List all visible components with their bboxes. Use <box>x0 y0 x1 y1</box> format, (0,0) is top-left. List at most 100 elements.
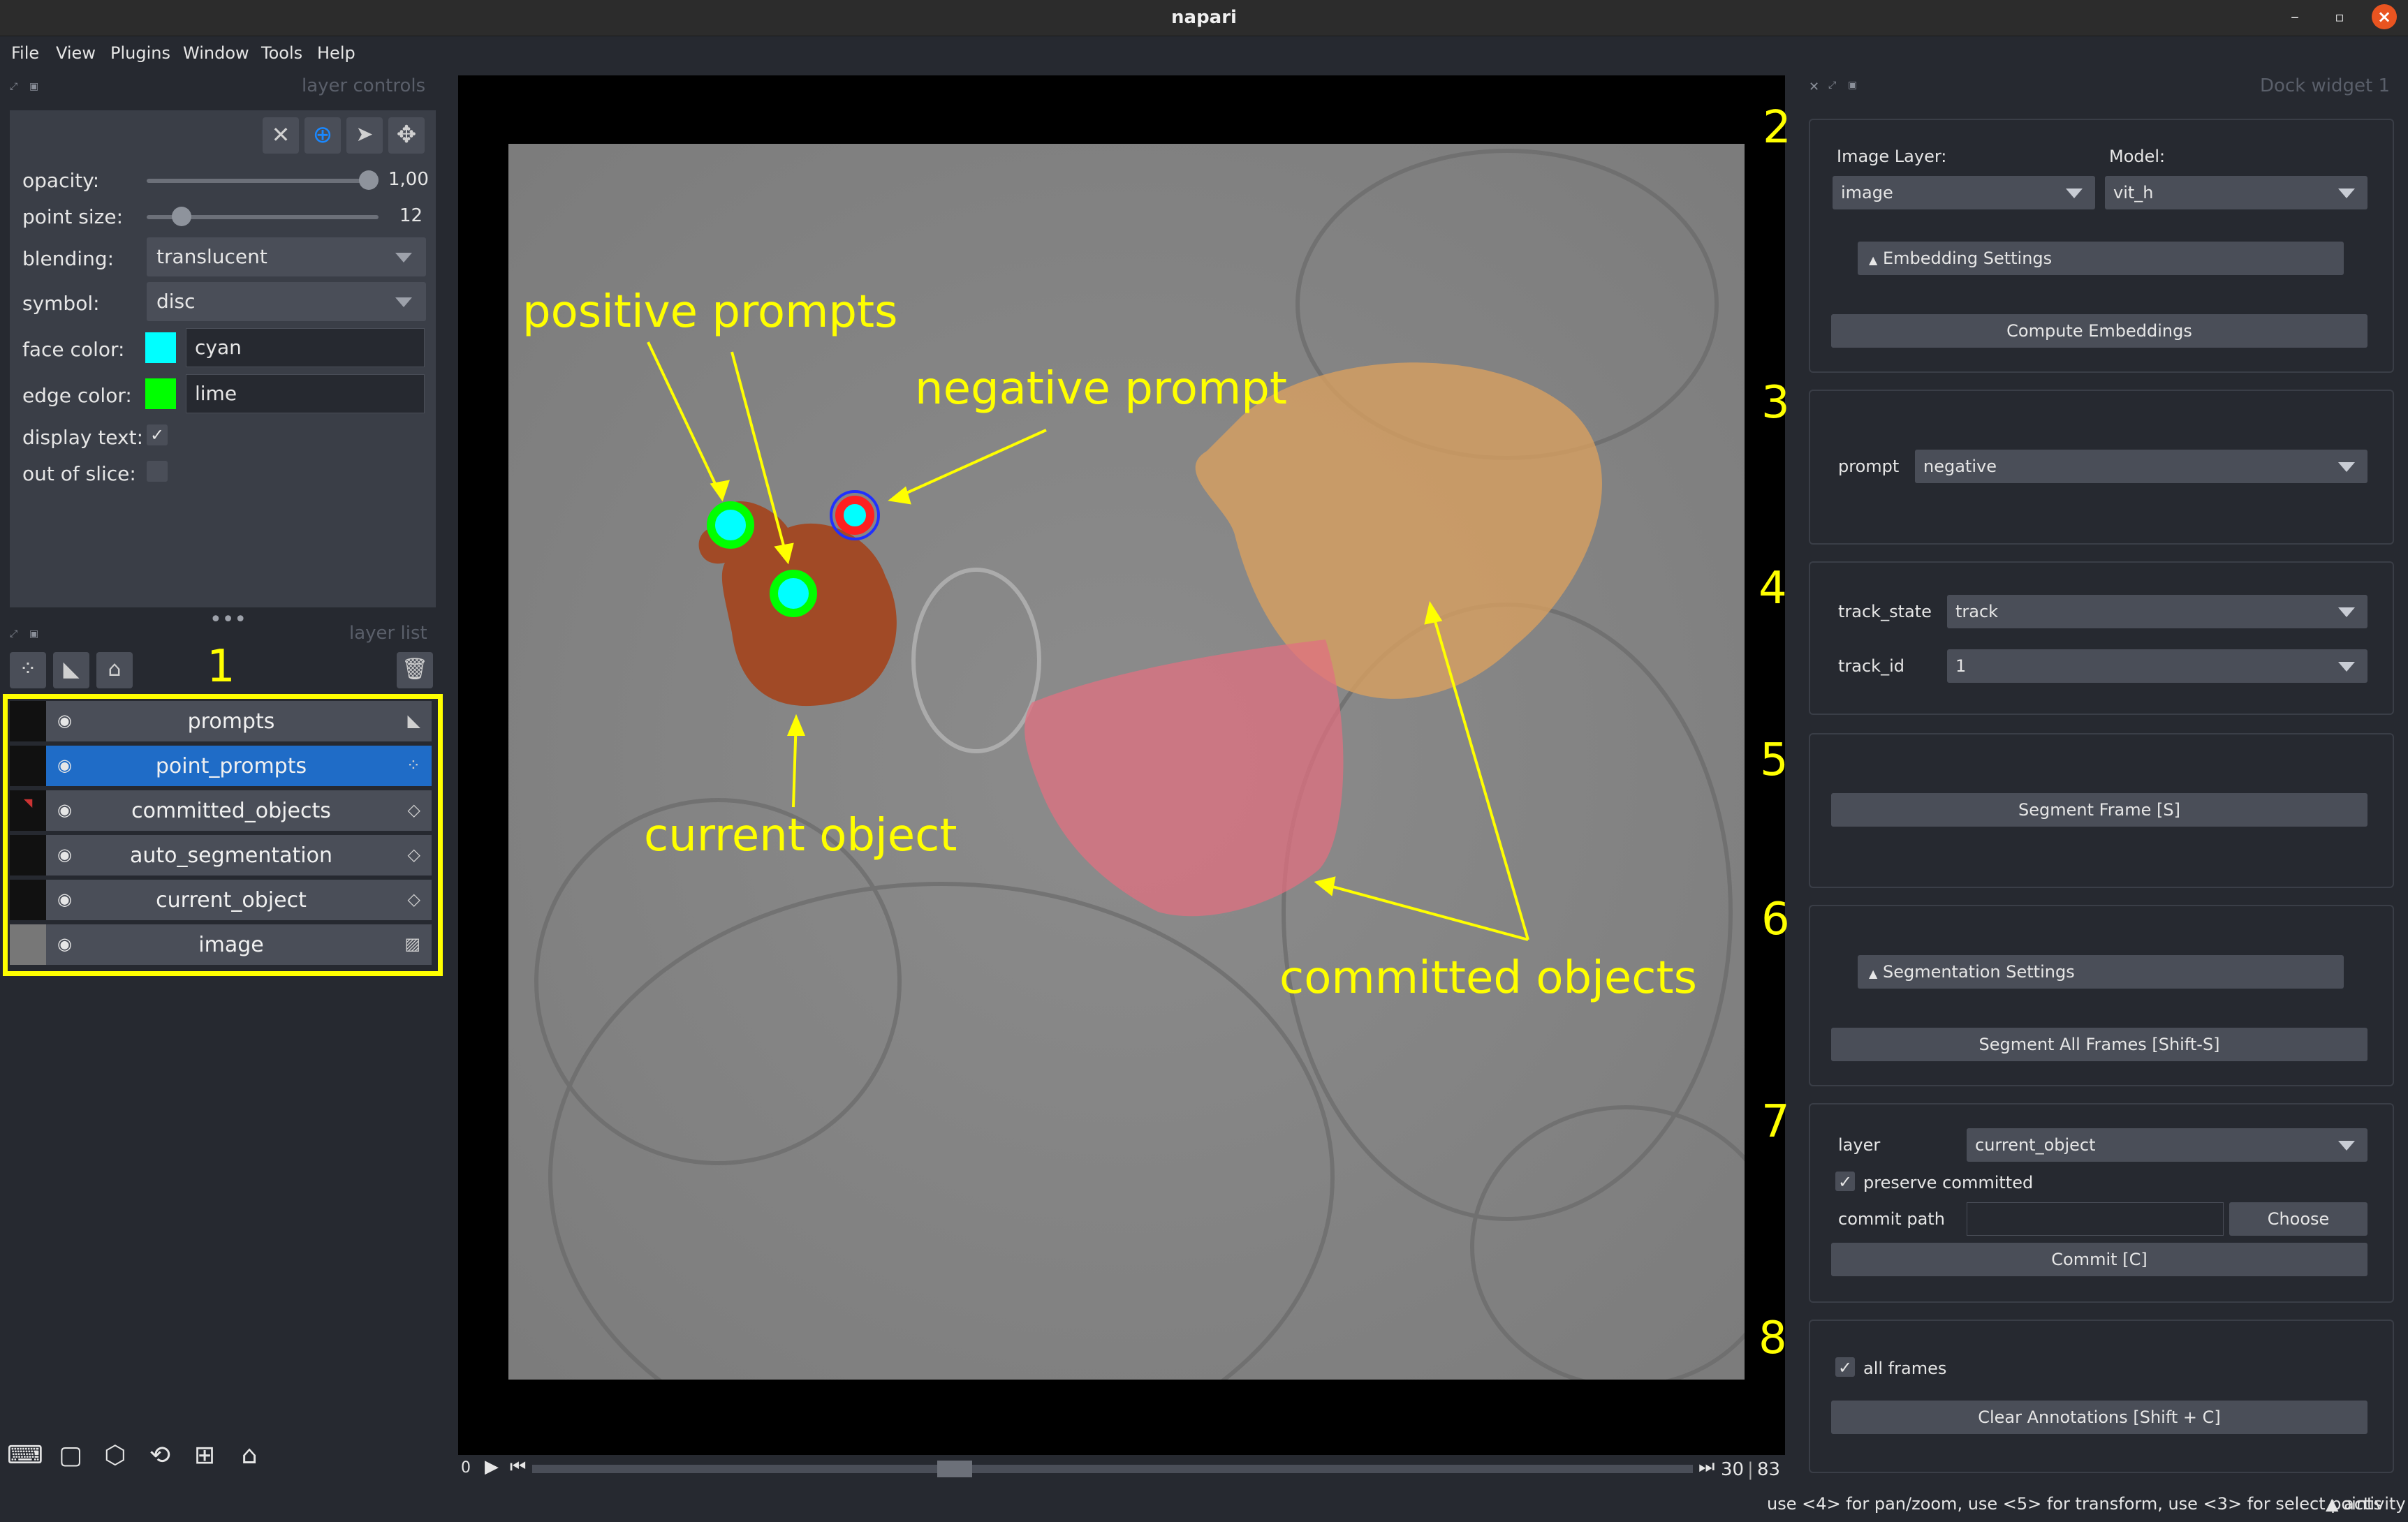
segmentation-settings-toggle[interactable]: ▲ Segmentation Settings <box>1858 955 2344 989</box>
out-of-slice-checkbox[interactable] <box>147 461 168 482</box>
label-committed-objects: committed objects <box>1279 952 1697 1004</box>
annotation-number-7: 7 <box>1761 1096 1790 1148</box>
image-layer-label: Image Layer: <box>1837 147 1947 166</box>
positive-prompt-point <box>707 501 754 549</box>
annotation-highlight-box <box>3 694 443 976</box>
compute-embeddings-button[interactable]: Compute Embeddings <box>1831 314 2367 348</box>
choose-directory-button[interactable]: Choose directory <box>2229 1202 2367 1262</box>
symbol-dropdown[interactable]: disc <box>147 282 426 321</box>
float-icon[interactable]: ⤢ <box>10 628 17 640</box>
minimize-button[interactable]: – <box>2282 4 2307 29</box>
chevron-down-icon <box>395 297 412 307</box>
segment-frame-button[interactable]: Segment Frame [S] <box>1831 793 2367 827</box>
float-icon[interactable]: ⤢ <box>10 81 17 92</box>
activity-label: activity <box>2344 1494 2406 1514</box>
maximize-button[interactable]: ▫ <box>2327 4 2352 29</box>
blending-dropdown[interactable]: translucent <box>147 237 426 276</box>
chevron-down-icon <box>2066 189 2083 198</box>
new-labels-layer-icon[interactable]: ⌂ <box>96 652 133 688</box>
undock-icon[interactable]: ▣ <box>1848 80 1857 91</box>
image-layer-dropdown[interactable]: image <box>1833 176 2095 209</box>
track-state-dropdown[interactable]: track <box>1947 595 2367 628</box>
skip-end-icon[interactable]: ⏭ <box>1698 1456 1715 1478</box>
undock-icon[interactable]: ▣ <box>29 628 38 640</box>
dims-start-value: 0 <box>461 1459 471 1477</box>
activity-button[interactable]: ▲ activity <box>2326 1494 2406 1514</box>
menu-window[interactable]: Window <box>183 43 249 63</box>
prompt-dropdown[interactable]: negative <box>1915 450 2367 483</box>
menu-tools[interactable]: Tools <box>261 43 302 63</box>
chevron-down-icon <box>2338 1141 2355 1151</box>
home-icon[interactable]: ⌂ <box>232 1438 267 1473</box>
commit-layer-dropdown[interactable]: current_object <box>1967 1128 2367 1162</box>
pan-zoom-icon[interactable]: ✥ <box>388 117 425 154</box>
triangle-up-icon: ▲ <box>1869 967 1878 980</box>
face-color-label: face color: <box>22 338 125 361</box>
new-shapes-layer-icon[interactable]: ◣ <box>53 652 89 688</box>
float-icon[interactable]: ⤢ <box>1828 80 1836 91</box>
annotation-number-8: 8 <box>1759 1313 1787 1364</box>
model-value: vit_h <box>2113 183 2154 202</box>
menu-view[interactable]: View <box>56 43 96 63</box>
add-points-icon[interactable]: ⊕ <box>304 117 341 154</box>
preserve-committed-checkbox[interactable]: ✓ <box>1835 1172 1855 1192</box>
track-id-dropdown[interactable]: 1 <box>1947 649 2367 683</box>
console-icon[interactable]: ⌨ <box>7 1438 43 1473</box>
delete-points-icon[interactable]: ✕ <box>263 117 299 154</box>
delete-layer-icon[interactable]: 🗑 <box>397 652 433 688</box>
menu-bar: File View Plugins Window Tools Help <box>0 36 2408 73</box>
edge-color-field[interactable]: lime <box>186 374 425 413</box>
dims-slider-track[interactable] <box>532 1465 1693 1473</box>
out-of-slice-label: out of slice: <box>22 462 136 485</box>
face-color-field[interactable]: cyan <box>186 328 425 367</box>
point-size-value: 12 <box>399 205 423 226</box>
all-frames-checkbox[interactable]: ✓ <box>1835 1357 1855 1377</box>
display-text-checkbox[interactable]: ✓ <box>147 424 168 445</box>
segment-all-frames-button[interactable]: Segment All Frames [Shift-S] <box>1831 1028 2367 1061</box>
all-frames-label: all frames <box>1863 1359 1947 1378</box>
ndisplay-square-icon[interactable]: ▢ <box>53 1438 88 1473</box>
clear-annotations-button[interactable]: Clear Annotations [Shift + C] <box>1831 1401 2367 1434</box>
grid-icon[interactable]: ⊞ <box>187 1438 222 1473</box>
chevron-down-icon <box>2338 462 2355 472</box>
splitter-handle[interactable]: ••• <box>210 607 247 632</box>
close-icon[interactable]: ✕ <box>1809 80 1819 94</box>
opacity-value: 1,00 <box>388 169 429 190</box>
play-icon[interactable]: ▶ <box>485 1456 499 1477</box>
skip-start-icon[interactable]: ⏮ <box>510 1456 526 1478</box>
dock-title: Dock widget 1 <box>2260 75 2391 96</box>
layer-controls-header: layer controls <box>302 75 426 96</box>
roll-dims-icon[interactable]: ⬡ <box>98 1438 133 1473</box>
annotation-number-6: 6 <box>1761 894 1790 945</box>
triangle-up-icon: ▲ <box>2326 1494 2339 1514</box>
edge-color-swatch[interactable] <box>145 378 176 409</box>
opacity-slider-handle[interactable] <box>359 170 379 190</box>
commit-path-field[interactable] <box>1967 1202 2224 1236</box>
track-id-value: 1 <box>1955 656 1967 676</box>
layer-list-header: layer list <box>349 623 427 644</box>
new-points-layer-icon[interactable]: ⁘ <box>10 652 46 688</box>
embedding-settings-label: Embedding Settings <box>1882 249 2053 268</box>
title-bar: napari – ▫ × <box>0 0 2408 36</box>
embedding-settings-toggle[interactable]: ▲ Embedding Settings <box>1858 242 2344 275</box>
display-text-label: display text: <box>22 426 144 449</box>
dims-slider-handle[interactable] <box>937 1461 973 1477</box>
opacity-slider[interactable] <box>147 179 379 183</box>
label-negative-prompt: negative prompt <box>915 363 1287 415</box>
close-button[interactable]: × <box>2372 4 2397 29</box>
face-color-swatch[interactable] <box>145 332 176 363</box>
menu-plugins[interactable]: Plugins <box>110 43 170 63</box>
napari-window: napari – ▫ × File View Plugins Window To… <box>0 0 2408 1522</box>
menu-help[interactable]: Help <box>317 43 355 63</box>
image-layer-value: image <box>1841 183 1893 202</box>
commit-button[interactable]: Commit [C] <box>1831 1243 2367 1276</box>
chevron-down-icon <box>2338 607 2355 617</box>
select-points-icon[interactable]: ➤ <box>346 117 383 154</box>
transpose-icon[interactable]: ⟲ <box>142 1438 177 1473</box>
positive-prompt-point <box>770 570 817 617</box>
undock-icon[interactable]: ▣ <box>29 81 38 92</box>
symbol-label: symbol: <box>22 292 100 315</box>
menu-file[interactable]: File <box>11 43 39 63</box>
track-state-label: track_state <box>1838 602 1932 621</box>
model-dropdown[interactable]: vit_h <box>2105 176 2367 209</box>
